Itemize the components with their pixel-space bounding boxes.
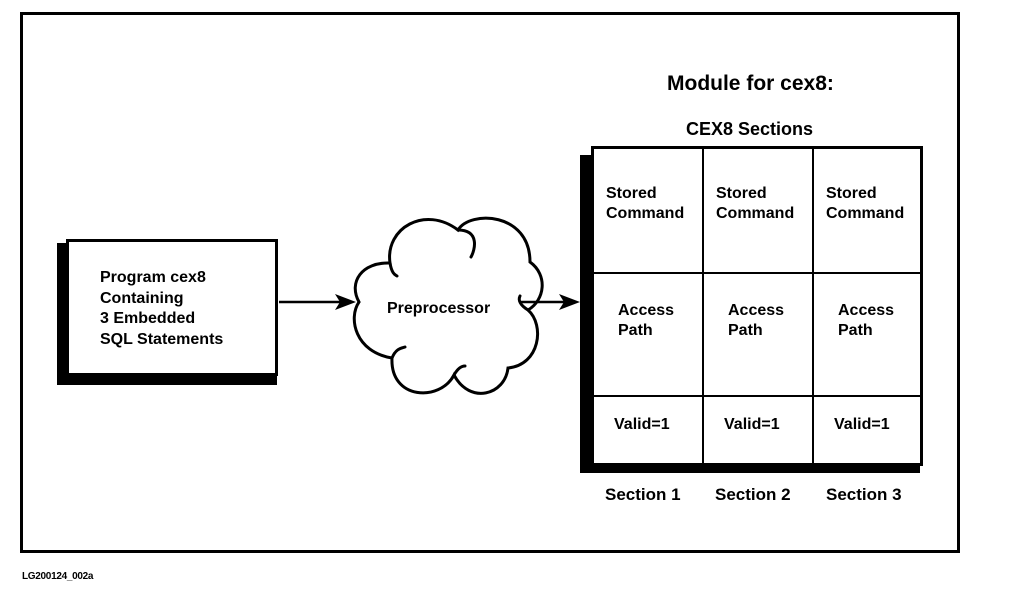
module-title: Module for cex8: [667, 72, 834, 95]
cell-text: Access [728, 302, 785, 319]
access-path-cell: Access Path [704, 274, 814, 397]
valid-flag-cell: Valid=1 [594, 397, 704, 463]
cell-text: Path [728, 322, 763, 339]
section-label: Section 2 [715, 485, 791, 504]
cell-text: Stored [606, 185, 657, 202]
sections-table: Stored Command Stored Command Stored Com… [591, 146, 923, 466]
access-path-cell: Access Path [594, 274, 704, 397]
section-label: Section 3 [826, 485, 902, 504]
cell-text: Access [618, 302, 675, 319]
cell-text: Stored [716, 185, 767, 202]
preprocessor-label: Preprocessor [387, 300, 491, 317]
cell-text: Command [606, 205, 685, 222]
cell-text: Command [716, 205, 795, 222]
cell-text: Valid=1 [834, 416, 890, 433]
section-label: Section 1 [605, 485, 681, 504]
access-path-cell: Access Path [814, 274, 920, 397]
sections-subtitle: CEX8 Sections [686, 119, 814, 139]
cell-text: Stored [826, 185, 877, 202]
cell-text: Valid=1 [724, 416, 780, 433]
valid-flag-cell: Valid=1 [814, 397, 920, 463]
stored-command-cell: Stored Command [704, 149, 814, 274]
cell-text: Path [838, 322, 873, 339]
valid-flag-cell: Valid=1 [704, 397, 814, 463]
cell-text: Access [838, 302, 895, 319]
arrow-program-to-preprocessor [279, 294, 356, 310]
stored-command-cell: Stored Command [814, 149, 920, 274]
figure-id: LG200124_002a [22, 571, 94, 582]
cell-text: Valid=1 [614, 416, 670, 433]
cell-text: Command [826, 205, 905, 222]
cell-text: Path [618, 322, 653, 339]
stored-command-cell: Stored Command [594, 149, 704, 274]
